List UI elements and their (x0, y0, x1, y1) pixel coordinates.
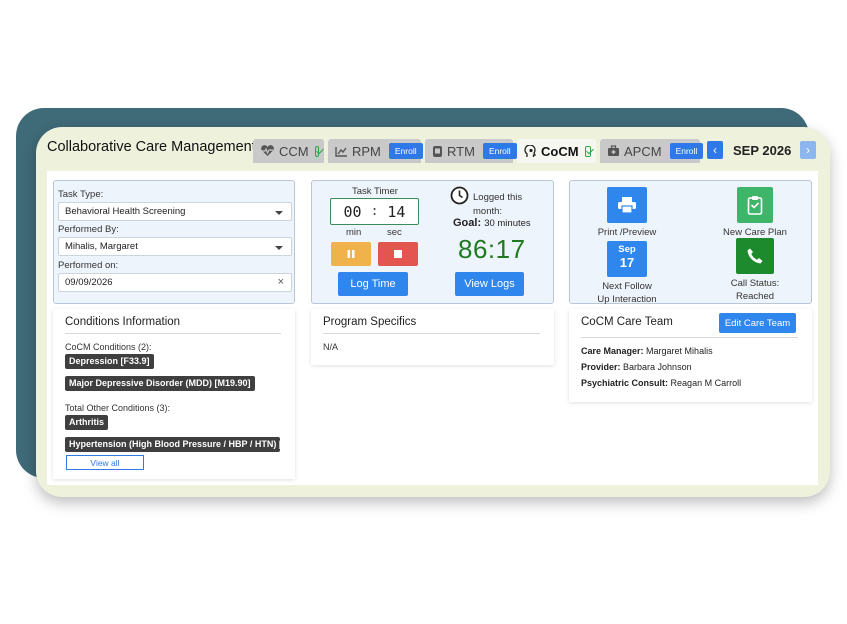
follow-up-label: Next Follow Up Interaction (597, 281, 657, 305)
app-window: Collaborative Care Management CCM RPM En… (36, 127, 830, 497)
next-month-button[interactable]: › (800, 141, 816, 159)
other-conditions-heading: Total Other Conditions (3): (65, 403, 171, 413)
condition-tag: Depression [F33.9] (65, 354, 154, 369)
goal-text: Goal: 30 minutes (453, 217, 531, 229)
tab-label: CCM (279, 143, 309, 159)
device-icon (432, 145, 443, 158)
head-brain-icon (524, 144, 537, 158)
min-label: min (346, 227, 362, 238)
tab-label: RPM (352, 143, 381, 159)
stop-icon (394, 250, 402, 258)
enroll-button[interactable]: Enroll (388, 143, 423, 159)
divider (581, 337, 798, 338)
task-type-label: Task Type: (58, 189, 104, 200)
stop-button[interactable] (378, 242, 418, 266)
cocm-conditions-heading: CoCM Conditions (2): (65, 342, 152, 352)
enroll-button[interactable]: Enroll (482, 143, 517, 159)
timer-seconds: 14 (387, 202, 406, 221)
performed-by-value: Mihalis, Margaret (65, 241, 138, 252)
task-type-value: Behavioral Health Screening (65, 206, 186, 217)
logged-total-time: 86:17 (458, 234, 526, 264)
call-status-label: Call Status: Reached (730, 278, 780, 302)
task-timer-panel: Task Timer 00 : 14 min sec Log Time Logg… (311, 180, 554, 304)
pause-icon (347, 250, 355, 258)
call-status-action[interactable]: Call Status: Reached (715, 238, 795, 303)
condition-tag: Hypertension (High Blood Pressure / HBP … (65, 437, 280, 452)
tab-ccm[interactable]: CCM (253, 139, 324, 163)
program-specifics-card: Program Specifics N/A (311, 309, 554, 365)
enrolled-check-icon (314, 145, 319, 157)
current-month: SEP 2026 (733, 143, 792, 158)
tab-rtm[interactable]: RTM Enroll (425, 139, 517, 163)
view-logs-button[interactable]: View Logs (455, 272, 524, 296)
psychiatric-consult-row: Psychiatric Consult: Reagan M Carroll (581, 378, 742, 388)
chevron-down-icon (275, 246, 283, 250)
tab-cocm[interactable]: CoCM (517, 139, 596, 163)
care-team-title: CoCM Care Team (581, 316, 673, 328)
log-time-button[interactable]: Log Time (338, 272, 408, 296)
tab-label: RTM (447, 143, 475, 159)
divider (65, 333, 281, 334)
timer-display: 00 : 14 (330, 198, 419, 225)
pause-button[interactable] (331, 242, 371, 266)
view-all-button[interactable]: View all (66, 455, 144, 470)
task-form-panel: Task Type: Behavioral Health Screening P… (53, 180, 295, 304)
phone-icon (736, 238, 774, 274)
conditions-title: Conditions Information (65, 316, 181, 328)
program-tabs: CCM RPM Enroll RTM Enroll CoCM APCM Enro… (253, 139, 704, 163)
performed-on-label: Performed on: (58, 260, 119, 271)
tab-rpm[interactable]: RPM Enroll (328, 139, 423, 163)
chart-line-icon (335, 146, 348, 157)
condition-tag: Major Depressive Disorder (MDD) [M19.90] (65, 376, 255, 391)
program-specifics-value: N/A (323, 342, 339, 352)
edit-care-team-button[interactable]: Edit Care Team (719, 313, 796, 333)
performed-by-select[interactable]: Mihalis, Margaret (58, 237, 292, 256)
calendar-icon: Sep 17 (607, 241, 647, 277)
content-area: Task Type: Behavioral Health Screening P… (47, 171, 818, 485)
task-type-select[interactable]: Behavioral Health Screening (58, 202, 292, 221)
clock-icon (450, 186, 469, 205)
sec-label: sec (387, 227, 402, 238)
performed-by-label: Performed By: (58, 224, 119, 235)
clipboard-icon (737, 187, 773, 223)
actions-panel: Print /Preview New Care Plan Sep 17 Next… (569, 180, 812, 306)
logged-this-month-label: Logged this month: (473, 192, 523, 217)
enroll-button[interactable]: Enroll (669, 143, 704, 159)
condition-tag: Arthritis (65, 415, 109, 430)
timer-minutes: 00 (343, 202, 362, 221)
new-care-plan-action[interactable]: New Care Plan (715, 187, 795, 239)
tab-apcm[interactable]: APCM Enroll (600, 139, 704, 163)
tab-label: CoCM (541, 143, 579, 159)
medical-bag-icon (607, 145, 620, 157)
care-team-card: CoCM Care Team Edit Care Team Care Manag… (569, 309, 812, 402)
performed-on-date-input[interactable]: 09/09/2026 × (58, 273, 292, 292)
task-timer-title: Task Timer (352, 186, 398, 197)
performed-on-value: 09/09/2026 (65, 277, 113, 288)
care-manager-row: Care Manager: Margaret Mihalis (581, 346, 713, 356)
printer-icon (607, 187, 647, 223)
divider (323, 333, 540, 334)
clear-icon[interactable]: × (278, 276, 284, 288)
conditions-card: Conditions Information CoCM Conditions (… (53, 309, 295, 479)
prev-month-button[interactable]: ‹ (707, 141, 723, 159)
tab-label: APCM (624, 143, 662, 159)
timer-separator: : (370, 204, 379, 219)
chevron-down-icon (275, 211, 283, 215)
enrolled-check-icon (584, 145, 591, 157)
print-preview-label: Print /Preview (597, 227, 657, 238)
heartbeat-icon (260, 145, 275, 157)
next-follow-up-action[interactable]: Sep 17 Next Follow Up Interaction (592, 241, 662, 306)
provider-row: Provider: Barbara Johnson (581, 362, 692, 372)
program-specifics-title: Program Specifics (323, 316, 417, 328)
app-title: Collaborative Care Management (47, 139, 256, 155)
print-preview-action[interactable]: Print /Preview (592, 187, 662, 239)
